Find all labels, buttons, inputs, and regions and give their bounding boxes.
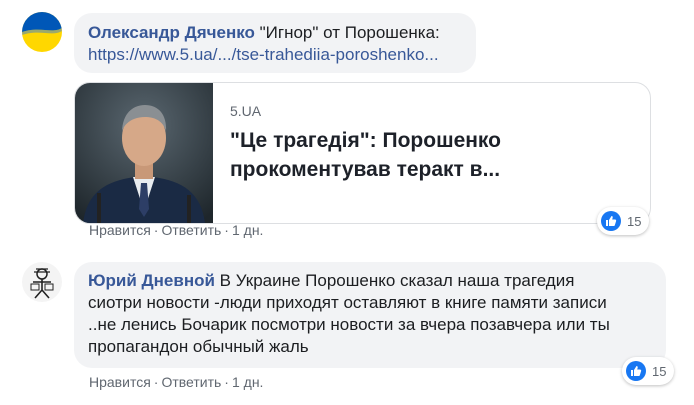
comment-author[interactable]: Олександр Дяченко — [88, 23, 255, 42]
link-preview-card[interactable]: 5.UA "Це трагедія": Порошенко прокоменту… — [74, 82, 651, 224]
reaction-count: 15 — [652, 363, 667, 379]
comment-text: "Игнор" от Порошенка: — [259, 23, 440, 42]
like-action[interactable]: Нравится — [89, 374, 151, 390]
comment-text: ..не ленись Бочарик посмотри новости за … — [88, 315, 610, 334]
comment-2-line-1: Юрий Дневной В Украине Порошенко сказал … — [88, 270, 652, 292]
like-action[interactable]: Нравится — [89, 222, 151, 238]
reply-action[interactable]: Ответить — [161, 222, 221, 238]
comment-text: сиотри новости -люди приходят оставляют … — [88, 293, 607, 312]
comment-link[interactable]: https://www.5.ua/.../tse-trahediia-poros… — [88, 44, 462, 66]
comment-author[interactable]: Юрий Дневной — [88, 271, 215, 290]
preview-domain: 5.UA — [230, 103, 262, 119]
reaction-count: 15 — [627, 213, 642, 229]
comment-bubble-1: Олександр Дяченко "Игнор" от Порошенка: … — [74, 13, 476, 73]
ukraine-flag-icon — [22, 12, 62, 52]
comment-text: пропагандон обычный жаль — [88, 337, 309, 356]
comment-bubble-2: Юрий Дневной В Украине Порошенко сказал … — [74, 262, 666, 368]
like-icon — [601, 211, 621, 231]
avatar-comment-2[interactable] — [22, 262, 62, 302]
like-icon — [626, 361, 646, 381]
preview-thumbnail — [75, 83, 213, 223]
comment-timestamp[interactable]: 1 дн. — [232, 374, 263, 390]
comment-text: В Украине Порошенко сказал наша трагедия — [219, 271, 575, 290]
comment-1-actions: Нравится · Ответить · 1 дн. — [89, 222, 264, 238]
preview-title[interactable]: "Це трагедія": Порошенко прокоментував т… — [230, 126, 630, 184]
reaction-summary-1[interactable]: 15 — [597, 207, 650, 235]
comment-1-body: Олександр Дяченко "Игнор" от Порошенка: — [88, 22, 462, 44]
avatar-comment-1[interactable] — [22, 12, 62, 52]
sketch-avatar-icon — [22, 262, 62, 302]
comment-2-actions: Нравится · Ответить · 1 дн. — [89, 374, 264, 390]
reply-action[interactable]: Ответить — [161, 374, 221, 390]
comment-timestamp[interactable]: 1 дн. — [232, 222, 263, 238]
reaction-summary-2[interactable]: 15 — [622, 357, 675, 385]
